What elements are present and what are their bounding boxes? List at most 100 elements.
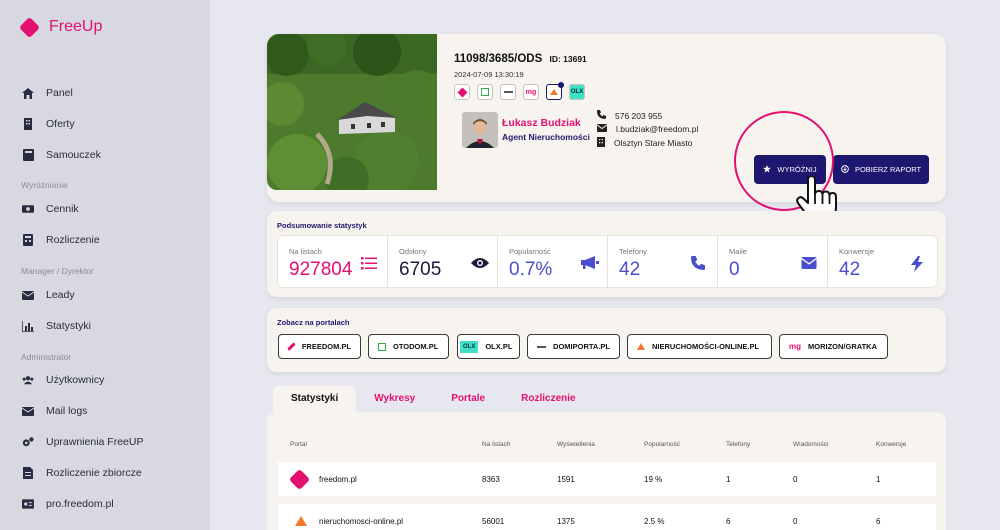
table-cell: 1 (876, 475, 881, 484)
envelope-icon (801, 256, 817, 270)
stat-value: 42 (619, 259, 641, 280)
otodom-logo-icon (378, 342, 386, 351)
phone-icon (691, 256, 707, 270)
agent-email[interactable]: l.budziak@freedom.pl (596, 124, 699, 134)
sidebar-item-panel[interactable]: Panel (22, 87, 73, 99)
portal-link-label: NIERUCHOMOŚCI-ONLINE.PL (652, 342, 760, 351)
sidebar-item-label: Samouczek (46, 149, 101, 161)
tab-rozliczenie[interactable]: Rozliczenie (503, 386, 593, 412)
portal-link-label: OLX.PL (485, 342, 513, 351)
agent-email-text: l.budziak@freedom.pl (616, 124, 699, 134)
table-cell: 0 (793, 475, 798, 484)
section-wyroznianie: Wyróżnianie (21, 180, 68, 190)
portals-heading: Zobacz na portalach (277, 318, 350, 327)
sidebar-item-pro-freedom[interactable]: pro.freedom.pl (22, 498, 114, 510)
otodom-badge-icon[interactable] (477, 84, 493, 100)
column-header: Na listach (482, 441, 511, 448)
portal-link-olx[interactable]: OLX OLX.PL (457, 334, 520, 359)
envelope-icon (596, 124, 608, 134)
property-photo[interactable] (267, 34, 437, 190)
stat-odslony: Odsłony 6705 (388, 236, 498, 287)
sidebar-item-cennik[interactable]: Cennik (22, 203, 79, 215)
table-cell: 1375 (557, 517, 575, 526)
table-cell: 6 (726, 517, 731, 526)
offer-id: ID: 13691 (549, 54, 587, 64)
download-report-button[interactable]: POBIERZ RAPORT (833, 155, 929, 184)
sidebar-item-label: Użytkownicy (46, 374, 105, 386)
portal-link-otodom[interactable]: OTODOM.PL (368, 334, 449, 359)
sidebar-item-rozliczenie[interactable]: Rozliczenie (22, 234, 100, 246)
freedom-logo-icon (287, 342, 296, 351)
tab-statystyki[interactable]: Statystyki (273, 386, 357, 412)
column-header: Popularność (644, 441, 681, 448)
sidebar-item-oferty[interactable]: Oferty (22, 118, 75, 130)
home-icon (22, 87, 34, 99)
sidebar-item-label: pro.freedom.pl (46, 498, 114, 510)
sidebar-item-statystyki[interactable]: Statystyki (22, 320, 91, 332)
agent-phone[interactable]: 576 203 955 (597, 110, 662, 121)
sidebar-item-label: Panel (46, 87, 73, 99)
portal-link-nieruchomosci-online[interactable]: NIERUCHOMOŚCI-ONLINE.PL (627, 334, 772, 359)
table-row[interactable]: nieruchomosci-online.pl 56001 1375 2.5 %… (278, 504, 936, 530)
section-manager: Manager / Dyrektor (21, 266, 94, 276)
sidebar-item-mail-logs[interactable]: Mail logs (22, 405, 87, 417)
stats-heading: Podsumowanie statystyk (277, 221, 367, 230)
tab-wykresy[interactable]: Wykresy (356, 386, 433, 412)
mail-icon (22, 289, 34, 301)
table-cell: 6 (876, 517, 881, 526)
tab-portale[interactable]: Portale (433, 386, 503, 412)
offer-card: 11098/3685/ODS ID: 13691 2024-07-09 13:3… (267, 34, 946, 202)
brand-name: FreeUp (49, 18, 103, 35)
freedom-logo-icon (288, 468, 311, 491)
brand-diamond-icon (18, 16, 41, 38)
table-cell: nieruchomosci-online.pl (319, 517, 404, 526)
freedom-badge-icon[interactable] (454, 84, 470, 100)
download-report-label: POBIERZ RAPORT (854, 165, 922, 174)
eye-icon (471, 256, 489, 270)
brand-logo[interactable]: FreeUp (18, 16, 103, 38)
agent-role: Agent Nieruchomości (502, 132, 590, 142)
sidebar-item-uprawnienia[interactable]: Uprawnienia FreeUP (22, 436, 143, 448)
users-icon (22, 374, 34, 386)
sidebar-item-leady[interactable]: Leady (22, 289, 75, 301)
table-row[interactable]: freedom.pl 8363 1591 19 % 1 0 1 (278, 462, 936, 496)
agent-phone-text: 576 203 955 (615, 110, 663, 121)
stat-label: Na listach (289, 247, 322, 256)
sidebar-item-label: Leady (46, 289, 75, 301)
stat-value: 6705 (399, 259, 442, 280)
nieruchomosci-online-badge-icon[interactable] (546, 82, 564, 100)
stat-na-listach: Na listach 927804 (278, 236, 388, 287)
portal-link-label: DOMIPORTA.PL (553, 342, 610, 351)
cogs-icon (22, 436, 34, 448)
column-header: Wiadomości (793, 441, 829, 448)
morizon-badge-icon[interactable]: mg (523, 84, 539, 100)
portal-badges: mg OLX (454, 82, 585, 100)
offer-date: 2024-07-09 13:30:19 (454, 70, 524, 79)
domiporta-badge-icon[interactable] (500, 84, 516, 100)
nieruchomosci-online-logo-icon (637, 343, 645, 350)
stat-value: 0.7% (509, 259, 553, 280)
mail-icon (22, 405, 34, 417)
portal-link-domiporta[interactable]: DOMIPORTA.PL (527, 334, 620, 359)
stat-telefony: Telefony 42 (608, 236, 718, 287)
book-icon (22, 149, 34, 161)
stats-summary-card: Podsumowanie statystyk Na listach 927804… (267, 211, 946, 297)
file-invoice-icon (22, 467, 34, 479)
section-administrator: Administrator (21, 352, 72, 362)
domiporta-logo-icon (537, 345, 547, 348)
olx-badge-icon[interactable]: OLX (569, 84, 585, 100)
table-cell: 2.5 % (644, 517, 665, 526)
column-header: Wyświetlenia (557, 441, 595, 448)
sidebar-item-rozliczenie-zbiorcze[interactable]: Rozliczenie zbiorcze (22, 467, 142, 479)
sidebar-item-uzytkownicy[interactable]: Użytkownicy (22, 374, 104, 386)
portal-link-label: OTODOM.PL (393, 342, 439, 351)
table-cell: 1 (726, 475, 731, 484)
portal-link-morizon[interactable]: mg MORIZON/GRATKA (779, 334, 888, 359)
portal-link-freedom[interactable]: FREEDOM.PL (278, 334, 361, 359)
bolt-icon (911, 256, 927, 272)
stat-value: 927804 (289, 259, 353, 280)
table-cell: 1591 (557, 475, 575, 484)
chart-icon (22, 320, 34, 332)
table-cell: freedom.pl (319, 475, 357, 484)
sidebar-item-samouczek[interactable]: Samouczek (22, 149, 101, 161)
